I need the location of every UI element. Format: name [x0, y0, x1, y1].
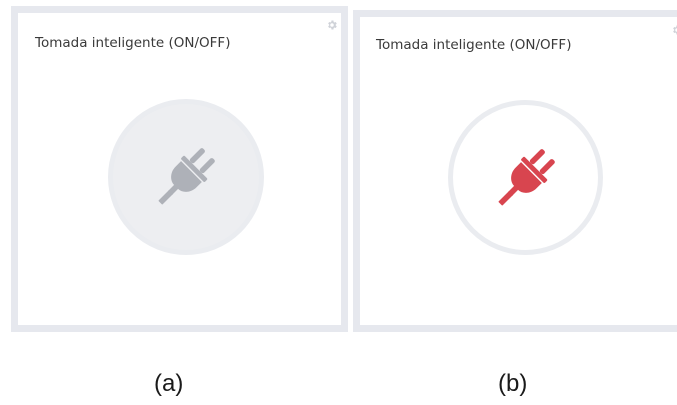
widget-title: Tomada inteligente (ON/OFF) — [35, 35, 231, 51]
plug-icon — [498, 148, 555, 205]
gear-icon[interactable] — [671, 21, 677, 35]
smart-plug-widget-a: Tomada inteligente (ON/OFF) — [11, 6, 348, 332]
smart-plug-widget-b: Tomada inteligente (ON/OFF) — [353, 10, 677, 332]
plug-icon — [158, 148, 215, 205]
figure-caption-a: (a) — [154, 370, 184, 397]
figure-caption-b: (b) — [498, 370, 528, 397]
toggle-button[interactable] — [448, 100, 603, 255]
toggle-button[interactable] — [108, 99, 264, 255]
gear-icon[interactable] — [326, 16, 338, 30]
widget-title: Tomada inteligente (ON/OFF) — [376, 37, 572, 53]
